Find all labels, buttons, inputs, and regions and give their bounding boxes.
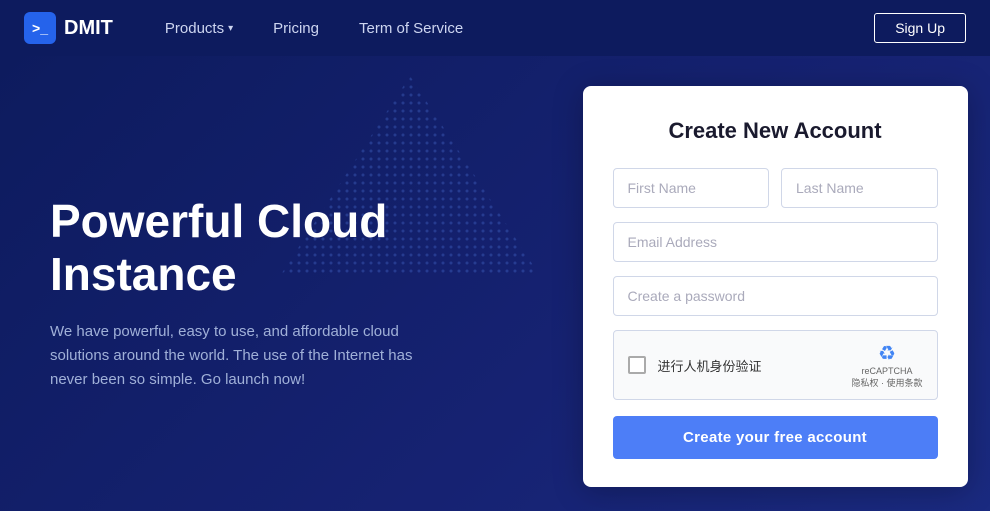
password-input[interactable] <box>613 276 938 316</box>
navbar: >_ DMIT Products ▾ Pricing Term of Servi… <box>0 0 990 56</box>
recaptcha-box[interactable]: 进行人机身份验证 ♻ reCAPTCHA 隐私权 · 使用条款 <box>613 330 938 400</box>
create-account-button[interactable]: Create your free account <box>613 416 938 459</box>
nav-products[interactable]: Products ▾ <box>145 0 253 56</box>
hero-content: Powerful Cloud Instance We have powerful… <box>0 56 560 511</box>
nav-pricing[interactable]: Pricing <box>253 0 339 56</box>
hero-description: We have powerful, easy to use, and affor… <box>50 320 430 392</box>
hero-title: Powerful Cloud Instance <box>50 195 510 301</box>
brand: >_ DMIT <box>24 12 113 44</box>
card-title: Create New Account <box>613 118 938 144</box>
recaptcha-icon: ♻ <box>878 341 896 366</box>
brand-icon: >_ <box>24 12 56 44</box>
first-name-input[interactable] <box>613 168 770 208</box>
nav-links: Products ▾ Pricing Term of Service <box>145 0 874 56</box>
brand-name: DMIT <box>64 17 113 40</box>
hero-form-area: Create New Account 进行人机身份验证 ♻ reCAPTCHA … <box>560 56 990 511</box>
password-group <box>613 276 938 316</box>
recaptcha-links: 隐私权 · 使用条款 <box>852 378 923 390</box>
chevron-down-icon: ▾ <box>228 23 233 34</box>
recaptcha-checkbox[interactable] <box>628 356 646 374</box>
last-name-input[interactable] <box>781 168 938 208</box>
name-row <box>613 168 938 208</box>
signup-button[interactable]: Sign Up <box>874 13 966 43</box>
recaptcha-label: 进行人机身份验证 <box>658 356 844 375</box>
recaptcha-brand: reCAPTCHA <box>861 366 912 378</box>
recaptcha-logo: ♻ reCAPTCHA 隐私权 · 使用条款 <box>852 341 923 389</box>
nav-tos[interactable]: Term of Service <box>339 0 483 56</box>
signup-card: Create New Account 进行人机身份验证 ♻ reCAPTCHA … <box>583 86 968 487</box>
email-group <box>613 222 938 262</box>
hero-section: Powerful Cloud Instance We have powerful… <box>0 56 990 511</box>
email-input[interactable] <box>613 222 938 262</box>
